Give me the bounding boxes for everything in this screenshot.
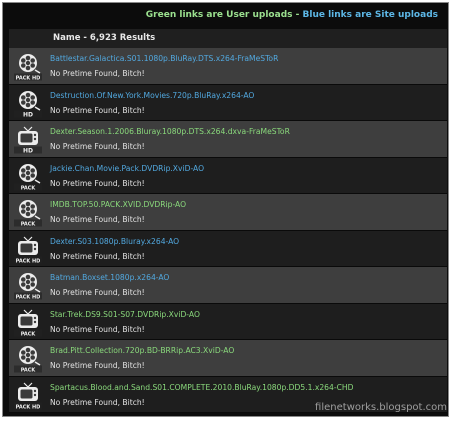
- hd-film-reel-icon: HD: [13, 88, 43, 118]
- pretime-text: No Pretime Found, Bitch!: [50, 251, 145, 261]
- pack-hd-film-reel-icon: PACK HD: [13, 51, 43, 81]
- svg-text:PACK HD: PACK HD: [16, 404, 41, 410]
- svg-text:PACK HD: PACK HD: [16, 294, 41, 300]
- result-title-link[interactable]: Battlestar.Galactica.S01.1080p.BluRay.DT…: [50, 54, 278, 63]
- result-row: PACK HD Dexter.S03.1080p.Bluray.x264-AO No…: [9, 230, 447, 267]
- pack-hd-film-reel-icon: PACK HD: [13, 270, 43, 300]
- svg-text:HD: HD: [23, 147, 33, 154]
- result-row: PACK Star.Trek.DS9.S01-S07.DVDRip.XviD-AO…: [9, 303, 447, 340]
- pretime-text: No Pretime Found, Bitch!: [50, 215, 145, 224]
- result-title-link[interactable]: Star.Trek.DS9.S01-S07.DVDRip.XviD-AO: [50, 310, 200, 319]
- watermark-text: filenetworks.blogspot.com: [315, 402, 447, 413]
- result-row: HD Dexter.Season.1.2006.Bluray.1080p.DTS.…: [9, 121, 447, 158]
- results-panel: Green links are User uploads - Blue link…: [2, 2, 449, 417]
- pack-film-reel-icon: PACK: [13, 197, 43, 227]
- result-title-link[interactable]: Jackie.Chan.Movie.Pack.DVDRip.XviD-AO: [50, 164, 204, 173]
- results-list: PACK HD Battlestar.Galactica.S01.1080p.Bl…: [9, 48, 447, 413]
- result-row: PACK Brad.Pitt.Collection.720p.BD-BRRip.A…: [9, 340, 447, 377]
- result-row: PACK HD Batman.Boxset.1080p.x264-AO No Pre…: [9, 267, 447, 304]
- legend-green-text: Green links are User uploads -: [145, 10, 303, 20]
- pretime-text: No Pretime Found, Bitch!: [50, 142, 145, 151]
- results-count-label: Name - 6,923 Results: [53, 33, 156, 43]
- legend-blue-text: Blue links are Site uploads: [302, 10, 439, 20]
- pack-film-reel-icon: PACK: [13, 343, 43, 373]
- hd-tv-icon: HD: [13, 124, 43, 154]
- result-title-link[interactable]: Brad.Pitt.Collection.720p.BD-BRRip.AC3.X…: [50, 346, 234, 355]
- pack-hd-tv-icon: PACK HD: [13, 234, 43, 264]
- pack-film-reel-icon: PACK: [13, 161, 43, 191]
- result-row: PACK HD Battlestar.Galactica.S01.1080p.Bl…: [9, 48, 447, 85]
- pack-tv-icon: PACK: [13, 307, 43, 337]
- result-row: PACK IMDB.TOP.50.PACK.XVID.DVDRip-AO No Pr…: [9, 194, 447, 231]
- pretime-text: No Pretime Found, Bitch!: [50, 178, 145, 188]
- pretime-text: No Pretime Found, Bitch!: [50, 105, 145, 115]
- result-title-link[interactable]: Destruction.Of.New.York.Movies.720p.BluR…: [50, 91, 254, 100]
- result-title-link[interactable]: Dexter.S03.1080p.Bluray.x264-AO: [50, 237, 179, 246]
- svg-text:HD: HD: [23, 111, 33, 118]
- svg-text:PACK: PACK: [21, 185, 37, 191]
- result-title-link[interactable]: Dexter.Season.1.2006.Bluray.1080p.DTS.x2…: [50, 127, 290, 136]
- pretime-text: No Pretime Found, Bitch!: [50, 324, 145, 334]
- pretime-text: No Pretime Found, Bitch!: [50, 288, 145, 297]
- pretime-text: No Pretime Found, Bitch!: [50, 397, 145, 407]
- result-title-link[interactable]: IMDB.TOP.50.PACK.XVID.DVDRip-AO: [50, 200, 186, 209]
- svg-text:PACK: PACK: [21, 221, 37, 227]
- svg-text:PACK HD: PACK HD: [16, 75, 41, 81]
- result-row: HD Destruction.Of.New.York.Movies.720p.Bl…: [9, 84, 447, 121]
- upload-legend: Green links are User uploads - Blue link…: [3, 3, 448, 27]
- pretime-text: No Pretime Found, Bitch!: [50, 361, 145, 370]
- svg-text:PACK HD: PACK HD: [16, 258, 41, 264]
- results-header: Name - 6,923 Results: [9, 29, 447, 48]
- result-title-link[interactable]: Spartacus.Blood.and.Sand.S01.COMPLETE.20…: [50, 383, 353, 392]
- result-row: PACK Jackie.Chan.Movie.Pack.DVDRip.XviD-A…: [9, 157, 447, 194]
- pack-hd-tv-icon: PACK HD: [13, 380, 43, 410]
- pretime-text: No Pretime Found, Bitch!: [50, 69, 145, 78]
- result-title-link[interactable]: Batman.Boxset.1080p.x264-AO: [50, 273, 169, 282]
- svg-text:PACK: PACK: [21, 367, 37, 373]
- svg-text:PACK: PACK: [21, 331, 37, 337]
